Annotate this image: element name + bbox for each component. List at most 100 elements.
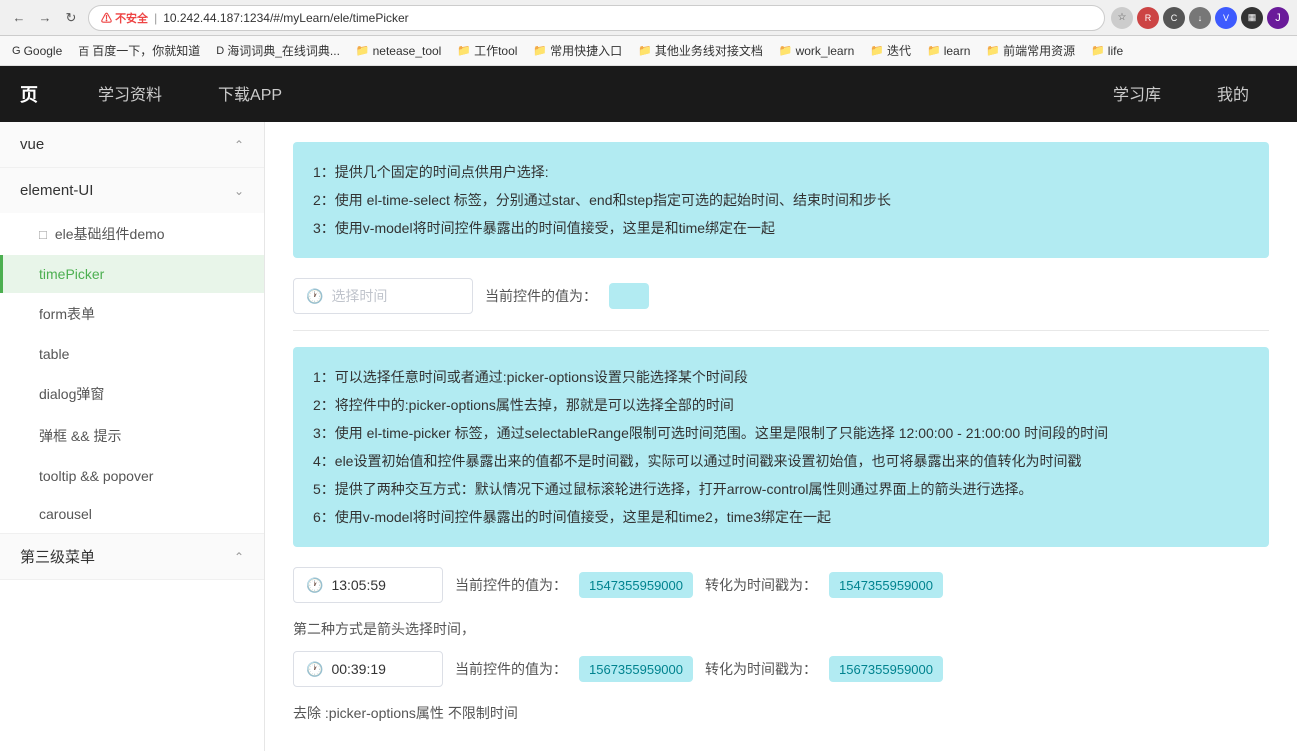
bookmark-kuaijie[interactable]: 📁 常用快捷入口 xyxy=(529,40,626,61)
sidebar-item-tooltip[interactable]: tooltip && popover xyxy=(0,457,264,495)
convert-value-badge-2: 1547355959000 xyxy=(829,572,943,598)
info-box-2-line-2: 2：将控件中的:picker-options属性去掉，那就是可以选择全部的时间 xyxy=(313,391,1249,419)
info-box-2-line-1: 1：可以选择任意时间或者通过:picker-options设置只能选择某个时间段 xyxy=(313,363,1249,391)
bookmark-work-learn-label: work_learn xyxy=(796,44,855,58)
time-picker-input-2[interactable]: 🕐 00:39:19 xyxy=(293,651,443,687)
top-navigation: 页 学习资料 下载APP 学习库 我的 xyxy=(0,66,1297,122)
bookmark-learn[interactable]: 📁 learn xyxy=(923,42,974,60)
convert-value-text-3: 1567355959000 xyxy=(839,662,933,677)
ext3-icon[interactable]: ↓ xyxy=(1189,7,1211,29)
reload-button[interactable]: ↻ xyxy=(60,7,82,29)
bookmark-work-learn[interactable]: 📁 work_learn xyxy=(775,42,858,60)
folder-learn-icon: 📁 xyxy=(927,44,941,57)
info-box-2-line-6: 6：使用v-model将时间控件暴露出的时间值接受，这里是和time2，time… xyxy=(313,503,1249,531)
main-container: vue ⌃ element-UI ⌄ □ ele基础组件demo timePic… xyxy=(0,122,1297,751)
url-text: 10.242.44.187:1234/#/myLearn/ele/timePic… xyxy=(163,11,409,25)
cidian-icon: D xyxy=(216,45,224,57)
sidebar-item-form[interactable]: form表单 xyxy=(0,293,264,335)
bookmark-google[interactable]: G Google xyxy=(8,42,66,60)
security-warning: ⚠ 不安全 xyxy=(101,10,148,26)
nav-buttons: ← → ↻ xyxy=(8,7,82,29)
baidu-icon: 百 xyxy=(78,43,89,59)
user-icon[interactable]: J xyxy=(1267,7,1289,29)
folder-tool-icon: 📁 xyxy=(457,44,471,57)
sidebar-section-element-ui: element-UI ⌄ □ ele基础组件demo timePicker fo… xyxy=(0,168,264,534)
sidebar-item-timepicker[interactable]: timePicker xyxy=(0,255,264,293)
demo-2-row: 🕐 13:05:59 当前控件的值为： 1547355959000 转化为时间戳… xyxy=(293,567,1269,603)
app-logo[interactable]: 页 xyxy=(20,81,50,107)
ext2-icon[interactable]: C xyxy=(1163,7,1185,29)
folder-other-icon: 📁 xyxy=(638,44,652,57)
clock-icon-3: 🕐 xyxy=(306,661,323,678)
ext1-icon[interactable]: R xyxy=(1137,7,1159,29)
component-icon: □ xyxy=(39,227,47,242)
star-icon[interactable]: ☆ xyxy=(1111,7,1133,29)
chevron-down-icon: ⌄ xyxy=(234,184,244,198)
bookmark-tool[interactable]: 📁 工作tool xyxy=(453,40,521,61)
nav-xiazai[interactable]: 下载APP xyxy=(190,66,310,122)
time-value-2: 00:39:19 xyxy=(331,661,386,677)
address-bar[interactable]: ⚠ 不安全 | 10.242.44.187:1234/#/myLearn/ele… xyxy=(88,5,1105,31)
qr-icon[interactable]: ▦ xyxy=(1241,7,1263,29)
time-value-1: 13:05:59 xyxy=(331,577,386,593)
chevron-up2-icon: ⌃ xyxy=(234,550,244,564)
browser-chrome: ← → ↻ ⚠ 不安全 | 10.242.44.187:1234/#/myLea… xyxy=(0,0,1297,36)
folder-kuaijie-icon: 📁 xyxy=(533,44,547,57)
forward-button[interactable]: → xyxy=(34,7,56,29)
bookmark-kuaijie-label: 常用快捷入口 xyxy=(550,42,622,59)
info-box-1-line-1: 1：提供几个固定的时间点供用户选择: xyxy=(313,158,1249,186)
content-area: 1：提供几个固定的时间点供用户选择: 2：使用 el-time-select 标… xyxy=(265,122,1297,751)
bookmark-qianduan[interactable]: 📁 前端常用资源 xyxy=(982,40,1079,61)
bookmark-life[interactable]: 📁 life xyxy=(1087,42,1127,60)
sidebar-section-vue: vue ⌃ xyxy=(0,122,264,168)
demo-1-row: 🕐 选择时间 当前控件的值为： xyxy=(293,278,1269,314)
bookmark-other-label: 其他业务线对接文档 xyxy=(655,42,763,59)
sidebar-vue-header[interactable]: vue ⌃ xyxy=(0,122,264,167)
no-limit-label: 去除 :picker-options属性 不限制时间 xyxy=(293,703,1269,723)
convert-value-badge-3: 1567355959000 xyxy=(829,656,943,682)
time-picker-input-1[interactable]: 🕐 13:05:59 xyxy=(293,567,443,603)
convert-label-3: 转化为时间戳为： xyxy=(705,659,817,679)
sidebar-vue-label: vue xyxy=(20,136,44,153)
info-box-1-line-2: 2：使用 el-time-select 标签，分别通过star、end和step… xyxy=(313,186,1249,214)
sidebar-item-table-label: table xyxy=(39,346,69,362)
sidebar-item-dialog-label: dialog弹窗 xyxy=(39,384,104,404)
current-value-text-3: 1567355959000 xyxy=(589,662,683,677)
current-value-badge-1 xyxy=(609,283,649,309)
bookmark-baidu[interactable]: 百 百度一下，你就知道 xyxy=(74,40,204,61)
nav-wode[interactable]: 我的 xyxy=(1189,66,1277,122)
folder-qianduan-icon: 📁 xyxy=(986,44,1000,57)
current-value-text-2: 1547355959000 xyxy=(589,578,683,593)
nav-xuexiku[interactable]: 学习库 xyxy=(1085,66,1189,122)
back-button[interactable]: ← xyxy=(8,7,30,29)
sidebar-level3-label: 第三级菜单 xyxy=(20,546,95,567)
time-select-input[interactable]: 🕐 选择时间 xyxy=(293,278,473,314)
bookmark-google-label: Google xyxy=(24,44,63,58)
folder-netease-icon: 📁 xyxy=(356,44,370,57)
sidebar-item-dialog[interactable]: dialog弹窗 xyxy=(0,373,264,415)
chevron-up-icon: ⌃ xyxy=(234,138,244,152)
current-value-label-3: 当前控件的值为： xyxy=(455,659,567,679)
nav-xuexiziliao[interactable]: 学习资料 xyxy=(70,66,190,122)
sidebar-item-popover[interactable]: 弹框 && 提示 xyxy=(0,415,264,457)
current-value-label-2: 当前控件的值为： xyxy=(455,575,567,595)
sidebar-item-form-label: form表单 xyxy=(39,304,95,324)
sidebar-item-table[interactable]: table xyxy=(0,335,264,373)
sidebar: vue ⌃ element-UI ⌄ □ ele基础组件demo timePic… xyxy=(0,122,265,751)
bookmark-cidian[interactable]: D 海词词典_在线词典... xyxy=(212,40,344,61)
bookmark-netease[interactable]: 📁 netease_tool xyxy=(352,42,445,60)
folder-life-icon: 📁 xyxy=(1091,44,1105,57)
sidebar-item-ele-demo[interactable]: □ ele基础组件demo xyxy=(0,213,264,255)
current-value-label-1: 当前控件的值为： xyxy=(485,286,597,306)
ext4-icon[interactable]: V xyxy=(1215,7,1237,29)
bookmarks-bar: G Google 百 百度一下，你就知道 D 海词词典_在线词典... 📁 ne… xyxy=(0,36,1297,66)
sidebar-level3-header[interactable]: 第三级菜单 ⌃ xyxy=(0,534,264,579)
clock-icon-1: 🕐 xyxy=(306,288,323,305)
sidebar-item-timepicker-label: timePicker xyxy=(39,266,104,282)
bookmark-other[interactable]: 📁 其他业务线对接文档 xyxy=(634,40,767,61)
time-select-placeholder: 选择时间 xyxy=(331,286,387,306)
sidebar-element-ui-header[interactable]: element-UI ⌄ xyxy=(0,168,264,213)
info-box-1-line-3: 3：使用v-model将时间控件暴露出的时间值接受，这里是和time绑定在一起 xyxy=(313,214,1249,242)
sidebar-item-carousel[interactable]: carousel xyxy=(0,495,264,533)
bookmark-dai[interactable]: 📁 迭代 xyxy=(866,40,915,61)
